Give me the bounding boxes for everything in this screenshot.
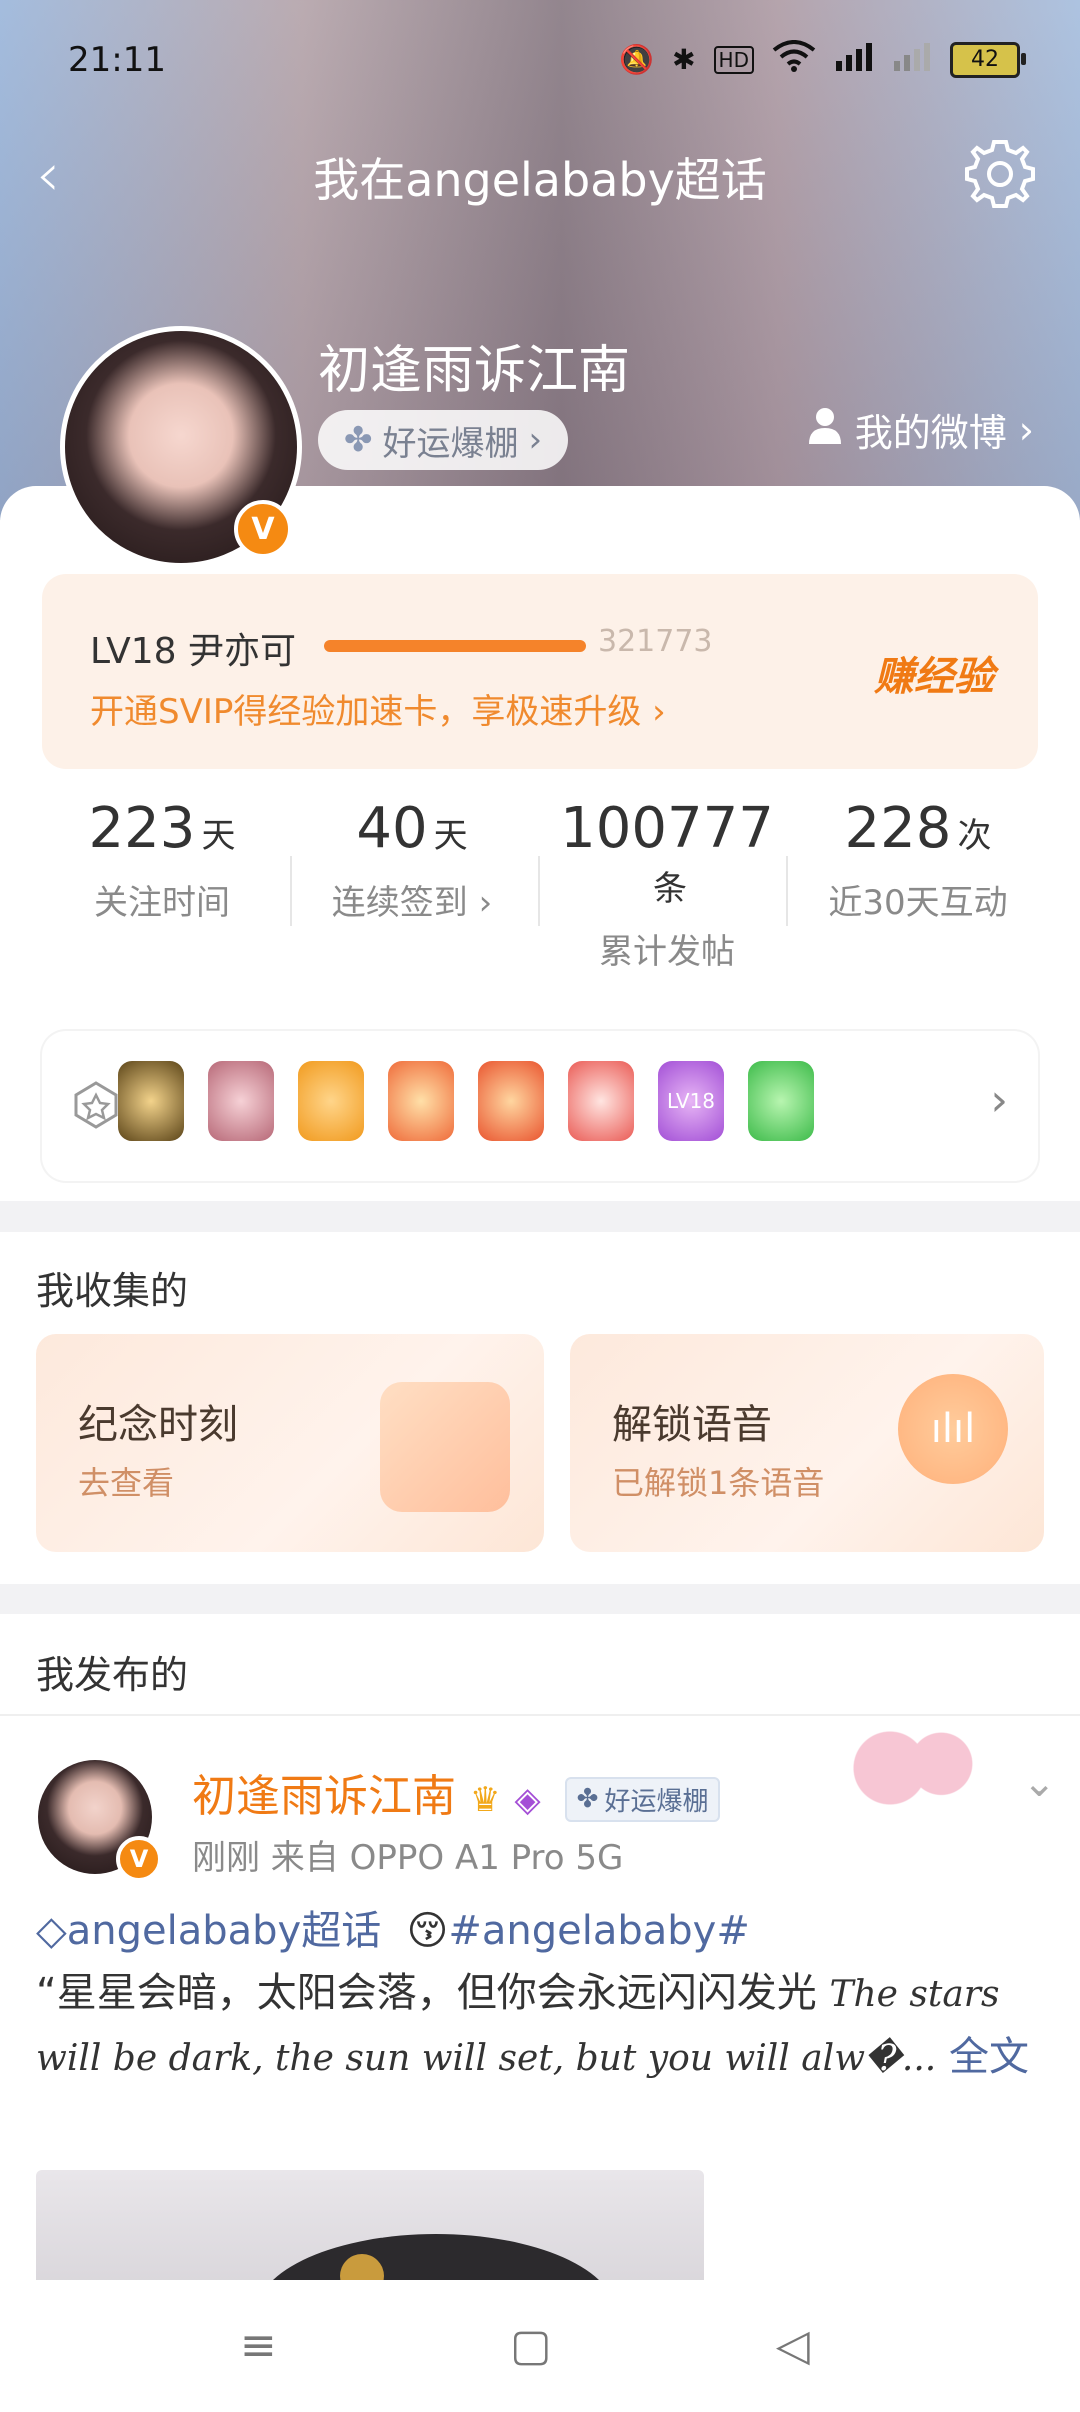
stats-row: 223 天 关注时间 40 天 连续签到 › 100777条 累计发帖 228 次 近… [42,796,1038,986]
chevron-right-icon: › [528,420,543,460]
divider [0,1714,1080,1716]
stat-checkin[interactable]: 40 天 连续签到 › [292,796,532,924]
calendar-heart-icon [380,1382,510,1512]
system-nav-bar: ≡ ▢ ◁ [0,2280,1080,2412]
stat-unit: 天 [433,816,468,856]
signal-icon [834,41,874,78]
status-time: 21:11 [68,40,166,80]
clover-icon: ✤ [344,420,373,460]
tile-title: 纪念时刻 [78,1402,238,1448]
gear-icon[interactable] [960,134,1040,214]
stat-label: 连续签到 › [331,883,493,923]
section-title: 我发布的 [36,1653,189,1697]
hd-icon: HD [713,45,754,74]
super-crown-icon [118,1061,184,1141]
level-points: 321773 [598,624,713,659]
lion-icon [388,1061,454,1141]
stat-value: 100777 [560,796,774,861]
hashtag-link[interactable]: #angelababy# [448,1908,749,1954]
profile-name: 初逢雨诉江南 [318,341,631,401]
my-weibo-link[interactable]: 我的微博 › [807,402,1034,457]
signal-weak-icon [892,41,932,78]
stat-label: 累计发帖 [599,932,735,972]
stat-unit: 天 [201,816,236,856]
stat-follow-time: 223 天 关注时间 [42,796,282,924]
mute-icon: 🔕 [619,43,655,76]
level-title: LV18 尹亦可 [90,631,296,672]
luck-badge[interactable]: ✤ 好运爆棚 › [318,410,569,470]
stat-value: 223 [88,796,196,861]
level-progress-bar [324,640,586,652]
home-icon[interactable]: ▢ [510,2320,552,2371]
status-bar: 21:11 🔕 ✱ HD 42 [0,0,1080,120]
divider [538,856,540,926]
post-body: ◇angelababy超话 😚#angelababy# “星星会暗，太阳会落，但… [36,1900,1046,2090]
user-icon [807,406,843,453]
lv18-label: LV18 [666,1089,716,1113]
my-weibo-label: 我的微博 [854,411,1007,455]
tile-unlock-voice[interactable]: 解锁语音 已解锁1条语音 ılıl [570,1334,1044,1552]
stat-interactions: 228 次 近30天互动 [798,796,1038,924]
post-author-row: 初逢雨诉江南 ♛ ◈ ✤ 好运爆棚 [192,1760,721,1824]
post-text-cn: “星星会暗，太阳会落，但你会永远闪闪发光 [36,1970,817,2016]
gold-crown-icon [298,1061,364,1141]
back-triangle-icon[interactable]: ◁ [776,2320,810,2371]
voice-wave-icon: ılıl [898,1374,1008,1484]
svip-promo-link[interactable]: 开通SVIP得经验加速卡，享极速升级 › [90,684,666,733]
stat-label: 关注时间 [94,883,230,923]
tiger-icon [478,1061,544,1141]
luck-badge-label: 好运爆棚 [382,423,519,464]
chevron-down-icon[interactable]: ⌄ [1022,1760,1056,1806]
menu-icon[interactable]: ≡ [240,2320,277,2371]
rabbit-icon [568,1061,634,1141]
top-nav: ‹ 我在angelababy超话 [0,130,1080,220]
stat-unit: 次 [957,816,992,856]
tile-subtitle: 已解锁1条语音 [612,1464,825,1502]
stat-value: 40 [356,796,428,861]
topic-link[interactable]: angelababy超话 [67,1908,381,1954]
battery-level: 42 [971,47,999,72]
profile-card: LV18 尹亦可 321773 开通SVIP得经验加速卡，享极速升级 › 赚经验… [0,486,1080,1201]
battery-icon: 42 [950,41,1026,78]
crown-icon: ♛ [470,1780,501,1820]
level-box[interactable]: LV18 尹亦可 321773 开通SVIP得经验加速卡，享极速升级 › 赚经验 [42,574,1038,769]
earn-exp-button[interactable]: 赚经验 [874,644,994,702]
bluetooth-icon: ✱ [672,43,696,76]
bunny-girl-icon [208,1061,274,1141]
tile-subtitle: 去查看 [78,1464,175,1502]
stat-unit: 条 [653,869,687,909]
read-more-link[interactable]: 全文 [949,2034,1029,2080]
tile-memorial-moments[interactable]: 纪念时刻 去查看 [36,1334,544,1552]
wifi-icon [772,40,816,79]
post-meta: 刚刚 来自 OPPO A1 Pro 5G [192,1838,624,1878]
status-icons: 🔕 ✱ HD 42 [619,40,1026,79]
clover-icon: ✤ [576,1784,599,1814]
page-title: 我在angelababy超话 [313,153,767,207]
stat-posts: 100777 条 累计发帖 [542,796,792,973]
lv18-icon: LV18 [658,1061,724,1141]
divider [786,856,788,926]
green-hand-icon [748,1061,814,1141]
bear-sticker-icon [842,1726,1002,1810]
verified-icon: V [234,500,292,558]
verified-icon: V [116,1836,162,1882]
tile-title: 解锁语音 [612,1402,772,1448]
post-author[interactable]: 初逢雨诉江南 [192,1771,456,1822]
lv-gem-icon: ◈ [514,1780,541,1820]
stat-value: 228 [844,796,952,861]
chevron-right-icon: › [1018,407,1034,452]
luck-chip: ✤ 好运爆棚 [564,1776,721,1822]
topic-icon: ◇ [36,1908,67,1954]
chevron-right-icon: › [990,1075,1008,1126]
collection-section: 我收集的 纪念时刻 去查看 解锁语音 已解锁1条语音 ılıl [0,1232,1080,1584]
luck-chip-label: 好运爆棚 [604,1786,709,1817]
stat-label: 近30天互动 [828,883,1008,923]
medal-row[interactable]: LV18 › [42,1031,1038,1181]
medal-outline-icon [72,1079,120,1135]
section-title: 我收集的 [36,1269,189,1313]
emoji-icon: 😚 [406,1908,449,1954]
posts-section: 我发布的 V 初逢雨诉江南 ♛ ◈ ✤ 好运爆棚 ⌄ 刚刚 来自 OPPO A1 … [0,1614,1080,2314]
